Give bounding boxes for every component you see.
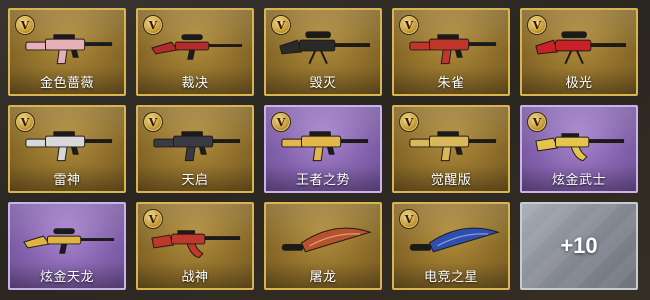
v-badge-icon: V (527, 112, 547, 132)
ak-rifle-icon (532, 121, 630, 167)
weapon-name-bar: 屠龙 (266, 262, 380, 288)
weapon-card[interactable]: V 觉醒版 (392, 105, 510, 193)
assault-rifle-icon (276, 121, 374, 167)
assault-rifle-icon (404, 24, 502, 70)
weapon-card[interactable]: V 朱雀 (392, 8, 510, 96)
weapon-card[interactable]: 屠龙 (264, 202, 382, 290)
weapon-name: 朱雀 (437, 75, 465, 91)
v-badge-icon: V (15, 112, 35, 132)
weapon-name: 毁灭 (309, 75, 337, 91)
weapon-name-bar: 极光 (522, 68, 636, 94)
v-badge-icon: V (527, 15, 547, 35)
assault-rifle-icon (20, 121, 118, 167)
more-items-button[interactable]: +10 (520, 202, 638, 290)
weapon-card[interactable]: V 王者之势 (264, 105, 382, 193)
weapon-name-bar: 雷神 (10, 165, 124, 191)
v-badge-icon: V (399, 209, 419, 229)
weapon-card[interactable]: V 炫金武士 (520, 105, 638, 193)
weapon-name-bar: 战神 (138, 262, 252, 288)
v-badge-icon: V (399, 15, 419, 35)
weapon-name: 觉醒版 (430, 172, 472, 188)
weapon-grid: V 金色蔷薇 V 裁决 V 毁灭 V 朱雀 V 极光 V 雷神 V 天启 V 王… (0, 0, 650, 300)
weapon-card[interactable]: V 雷神 (8, 105, 126, 193)
sniper-rifle-icon (20, 218, 118, 264)
machete-icon (276, 218, 374, 264)
ak-rifle-icon (148, 218, 246, 264)
weapon-name: 王者之势 (295, 172, 350, 188)
weapon-name: 电竞之星 (423, 269, 478, 285)
weapon-card[interactable]: 炫金天龙 (8, 202, 126, 290)
weapon-name-bar: 电竞之星 (394, 262, 508, 288)
weapon-name-bar: 觉醒版 (394, 165, 508, 191)
weapon-name: 炫金武士 (551, 172, 606, 188)
weapon-card[interactable]: V 裁决 (136, 8, 254, 96)
sniper-rifle-icon (148, 24, 246, 70)
machete-icon (404, 218, 502, 264)
assault-rifle-icon (148, 121, 246, 167)
weapon-name: 战神 (181, 269, 209, 285)
weapon-card[interactable]: V 电竞之星 (392, 202, 510, 290)
v-badge-icon: V (399, 112, 419, 132)
heavy-sniper-icon (276, 24, 374, 70)
weapon-card[interactable]: V 天启 (136, 105, 254, 193)
v-badge-icon: V (143, 15, 163, 35)
weapon-name-bar: 炫金天龙 (10, 262, 124, 288)
v-badge-icon: V (143, 209, 163, 229)
weapon-name-bar: 天启 (138, 165, 252, 191)
weapon-card[interactable]: V 极光 (520, 8, 638, 96)
weapon-name-bar: 裁决 (138, 68, 252, 94)
v-badge-icon: V (271, 15, 291, 35)
weapon-name-bar: 金色蔷薇 (10, 68, 124, 94)
weapon-card[interactable]: V 毁灭 (264, 8, 382, 96)
weapon-card[interactable]: V 金色蔷薇 (8, 8, 126, 96)
weapon-card[interactable]: V 战神 (136, 202, 254, 290)
weapon-name-bar: 王者之势 (266, 165, 380, 191)
weapon-name: 极光 (565, 75, 593, 91)
weapon-name-bar: 毁灭 (266, 68, 380, 94)
weapon-name-bar: 炫金武士 (522, 165, 636, 191)
weapon-name: 天启 (181, 172, 209, 188)
assault-rifle-icon (404, 121, 502, 167)
v-badge-icon: V (271, 112, 291, 132)
assault-rifle-icon (20, 24, 118, 70)
weapon-name: 裁决 (181, 75, 209, 91)
weapon-name-bar: 朱雀 (394, 68, 508, 94)
weapon-name: 炫金天龙 (39, 269, 94, 285)
v-badge-icon: V (143, 112, 163, 132)
heavy-sniper-icon (532, 24, 630, 70)
weapon-name: 金色蔷薇 (39, 75, 94, 91)
weapon-name: 雷神 (53, 172, 81, 188)
v-badge-icon: V (15, 15, 35, 35)
more-count-label: +10 (560, 233, 598, 258)
weapon-name: 屠龙 (309, 269, 337, 285)
